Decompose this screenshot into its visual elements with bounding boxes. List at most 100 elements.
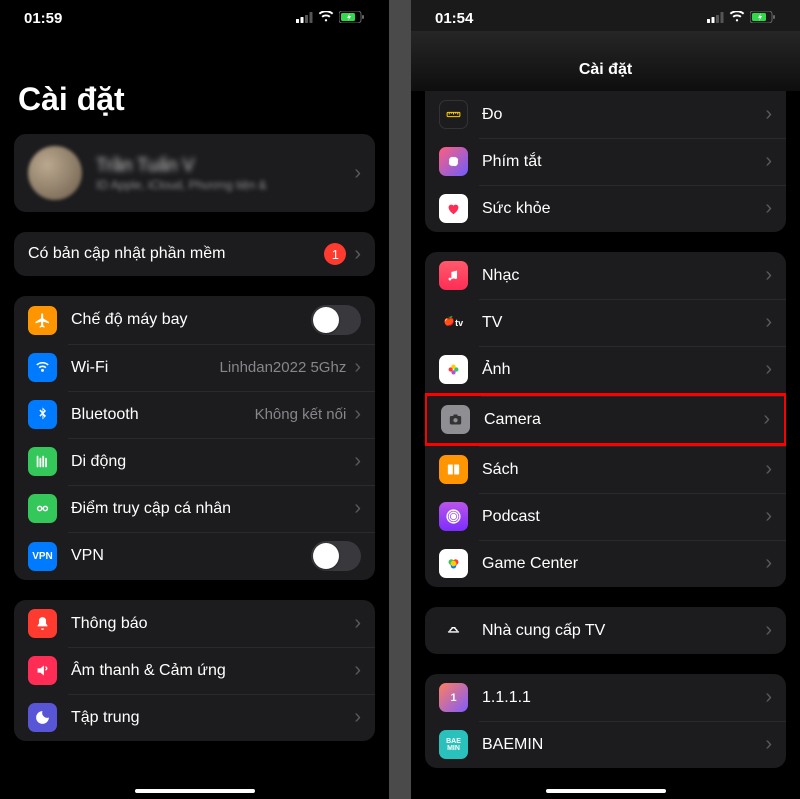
status-bar: 01:59 [0, 0, 389, 31]
chevron-right-icon: › [765, 197, 772, 220]
home-indicator[interactable] [135, 789, 255, 793]
books-row[interactable]: Sách › [425, 446, 786, 493]
measure-label: Đo [482, 106, 757, 124]
podcast-icon [439, 502, 468, 531]
wifi-label: Wi-Fi [71, 359, 220, 377]
notifications-row[interactable]: Thông báo › [14, 600, 375, 647]
utilities-group: Đo › Phím tắt › Sức khỏe › [425, 91, 786, 232]
chevron-right-icon: › [354, 162, 361, 185]
profile-group: Trần Tuấn V ID Apple, iCloud, Phương tiệ… [14, 134, 375, 212]
vpn-toggle[interactable] [311, 541, 361, 571]
wifi-icon [318, 10, 334, 27]
phone-right-settings: 01:54 Cài đặt Đo › Phím tắt › [411, 0, 800, 799]
wifi-icon [729, 10, 745, 27]
chevron-right-icon: › [765, 358, 772, 381]
status-time: 01:59 [24, 10, 62, 27]
thirdparty-group: 1 1.1.1.1 › BAE MIN BAEMIN › [425, 674, 786, 768]
moon-icon [28, 703, 57, 732]
update-group: Có bản cập nhật phần mềm 1 › [14, 232, 375, 276]
home-indicator[interactable] [546, 789, 666, 793]
tv-row[interactable]: 🍎tv TV › [425, 299, 786, 346]
shortcuts-label: Phím tắt [482, 153, 757, 171]
bluetooth-row[interactable]: Bluetooth Không kết nối › [14, 391, 375, 438]
chevron-right-icon: › [765, 686, 772, 709]
profile-row[interactable]: Trần Tuấn V ID Apple, iCloud, Phương tiệ… [14, 134, 375, 212]
hotspot-icon [28, 494, 57, 523]
software-update-row[interactable]: Có bản cập nhật phần mềm 1 › [14, 232, 375, 276]
tvprovider-label: Nhà cung cấp TV [482, 622, 757, 640]
chevron-right-icon: › [765, 311, 772, 334]
baemin-row[interactable]: BAE MIN BAEMIN › [425, 721, 786, 768]
nav-title: Cài đặt [579, 61, 632, 78]
wifi-row[interactable]: Wi-Fi Linhdan2022 5Ghz › [14, 344, 375, 391]
airplane-icon [28, 306, 57, 335]
chevron-right-icon: › [765, 150, 772, 173]
gamecenter-row[interactable]: Game Center › [425, 540, 786, 587]
avatar [28, 146, 82, 200]
scroll-area[interactable]: Đo › Phím tắt › Sức khỏe › Nhạc [411, 91, 800, 799]
music-row[interactable]: Nhạc › [425, 252, 786, 299]
tvprovider-row[interactable]: Nhà cung cấp TV › [425, 607, 786, 654]
chevron-right-icon: › [354, 356, 361, 379]
battery-icon [750, 10, 776, 27]
bluetooth-icon [28, 400, 57, 429]
music-label: Nhạc [482, 267, 757, 285]
hotspot-label: Điểm truy cập cá nhân [71, 500, 346, 518]
cellular-row[interactable]: Di động › [14, 438, 375, 485]
wifi-value: Linhdan2022 5Ghz [220, 359, 347, 376]
bell-icon [28, 609, 57, 638]
chevron-right-icon: › [765, 619, 772, 642]
status-icons [707, 10, 776, 27]
airplane-label: Chế độ máy bay [71, 311, 311, 329]
chevron-right-icon: › [765, 103, 772, 126]
gamecenter-icon [439, 549, 468, 578]
status-time: 01:54 [435, 10, 473, 27]
camera-label: Camera [484, 411, 755, 429]
tvprovider-icon [439, 616, 468, 645]
podcast-row[interactable]: Podcast › [425, 493, 786, 540]
shortcuts-row[interactable]: Phím tắt › [425, 138, 786, 185]
battery-icon [339, 10, 365, 27]
focus-row[interactable]: Tập trung › [14, 694, 375, 741]
sounds-label: Âm thanh & Cảm ứng [71, 662, 346, 680]
sounds-row[interactable]: Âm thanh & Cảm ứng › [14, 647, 375, 694]
focus-label: Tập trung [71, 709, 346, 727]
alerts-group: Thông báo › Âm thanh & Cảm ứng › Tập tru… [14, 600, 375, 741]
chevron-right-icon: › [354, 497, 361, 520]
health-label: Sức khỏe [482, 200, 757, 218]
page-title: Cài đặt [0, 31, 389, 134]
signal-icon [296, 10, 313, 27]
status-icons [296, 10, 365, 27]
chevron-right-icon: › [354, 450, 361, 473]
health-row[interactable]: Sức khỏe › [425, 185, 786, 232]
baemin-icon: BAE MIN [439, 730, 468, 759]
connectivity-group: Chế độ máy bay Wi-Fi Linhdan2022 5Ghz › … [14, 296, 375, 580]
wifi-icon [28, 353, 57, 382]
profile-text: Trần Tuấn V ID Apple, iCloud, Phương tiệ… [96, 155, 346, 192]
book-icon [439, 455, 468, 484]
airplane-toggle[interactable] [311, 305, 361, 335]
cloudflare-icon: 1 [439, 683, 468, 712]
update-badge: 1 [324, 243, 346, 265]
bluetooth-label: Bluetooth [71, 406, 255, 424]
chevron-right-icon: › [765, 552, 772, 575]
photos-label: Ảnh [482, 361, 757, 379]
profile-subtitle: ID Apple, iCloud, Phương tiện & [96, 178, 346, 192]
podcast-label: Podcast [482, 508, 757, 526]
vpn-row[interactable]: VPN VPN [14, 532, 375, 580]
camera-row[interactable]: Camera › [425, 393, 786, 446]
photos-row[interactable]: Ảnh › [425, 346, 786, 393]
notifications-label: Thông báo [71, 615, 346, 633]
measure-row[interactable]: Đo › [425, 91, 786, 138]
nav-bar: Cài đặt [411, 31, 800, 91]
heart-icon [439, 194, 468, 223]
chevron-right-icon: › [354, 612, 361, 635]
ruler-icon [439, 100, 468, 129]
airplane-mode-row[interactable]: Chế độ máy bay [14, 296, 375, 344]
onedotone-row[interactable]: 1 1.1.1.1 › [425, 674, 786, 721]
hotspot-row[interactable]: Điểm truy cập cá nhân › [14, 485, 375, 532]
books-label: Sách [482, 461, 757, 479]
signal-icon [707, 10, 724, 27]
apple-tv-icon: 🍎tv [439, 308, 468, 337]
phone-left-settings: 01:59 Cài đặt Trần Tuấn V ID Apple, iClo… [0, 0, 389, 799]
